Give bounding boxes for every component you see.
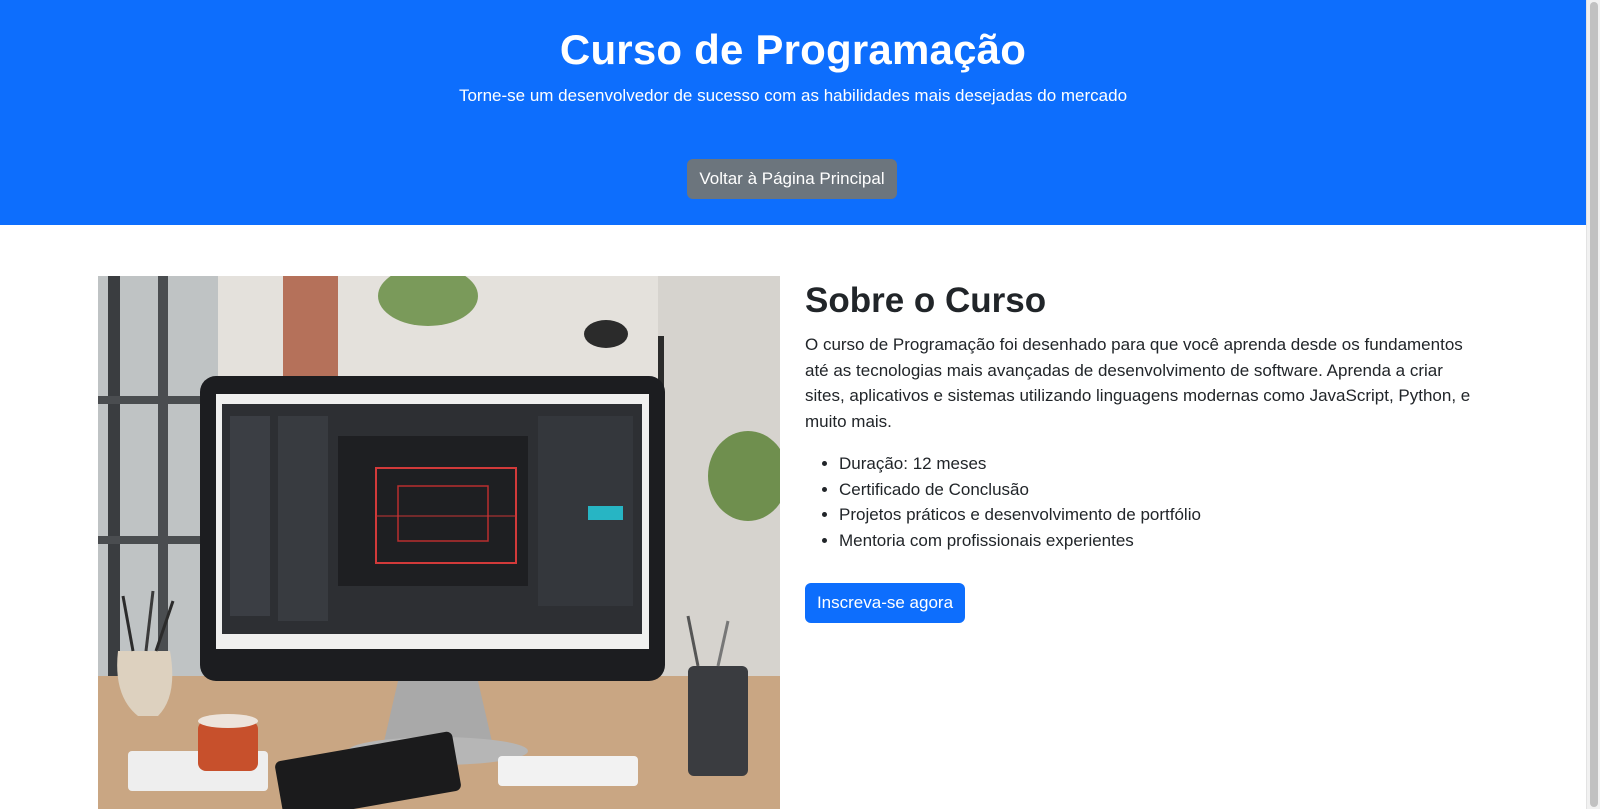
page-title: Curso de Programação bbox=[559, 26, 1027, 73]
feature-list: Duração: 12 meses Certificado de Conclus… bbox=[805, 451, 1505, 553]
about-description: O curso de Programação foi desenhado par… bbox=[805, 335, 1471, 431]
feature-item-duration: Duração: 12 meses bbox=[839, 451, 1505, 477]
back-to-home-button[interactable]: Voltar à Página Principal bbox=[687, 159, 897, 199]
hero-banner: Curso de Programação Torne-se um desenvo… bbox=[0, 0, 1586, 225]
about-section: Sobre o Curso O curso de Programação foi… bbox=[805, 276, 1505, 623]
desk-computer-illustration bbox=[98, 276, 780, 809]
page-subtitle: Torne-se um desenvolvedor de sucesso com… bbox=[458, 86, 1128, 105]
feature-item-mentoring: Mentoria com profissionais experientes bbox=[839, 528, 1505, 554]
enroll-button[interactable]: Inscreva-se agora bbox=[805, 583, 965, 623]
feature-item-projects: Projetos práticos e desenvolvimento de p… bbox=[839, 502, 1505, 528]
about-heading: Sobre o Curso bbox=[805, 281, 1047, 320]
scrollbar-thumb[interactable] bbox=[1590, 2, 1598, 807]
vertical-scrollbar[interactable] bbox=[1586, 0, 1600, 809]
course-image bbox=[98, 276, 780, 809]
feature-item-certificate: Certificado de Conclusão bbox=[839, 477, 1505, 503]
